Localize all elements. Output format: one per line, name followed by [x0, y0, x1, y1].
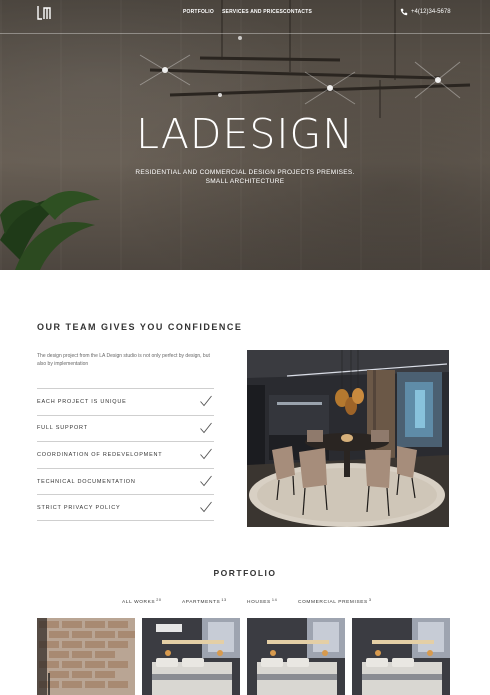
feature-label: TECHNICAL DOCUMENTATION	[37, 478, 136, 485]
filter-label: ALL WORKS	[122, 600, 156, 605]
feature-label: COORDINATION OF REDEVELOPMENT	[37, 451, 163, 458]
feature-item: COORDINATION OF REDEVELOPMENT	[37, 441, 214, 468]
checkmark-icon	[200, 502, 212, 513]
checkmark-icon	[200, 475, 212, 486]
feature-label: FULL SUPPORT	[37, 425, 88, 432]
filter-houses[interactable]: HOUSES14	[247, 598, 277, 605]
hero-subtitle: RESIDENTIAL AND COMMERCIAL DESIGN PROJEC…	[100, 168, 390, 186]
phone-link[interactable]: +4(12)34-5678	[400, 8, 451, 16]
feature-item: FULL SUPPORT	[37, 414, 214, 442]
filter-count: 14	[271, 598, 278, 602]
nav-contacts[interactable]: CONTACTS	[283, 9, 312, 15]
team-description: The design project from the LA Design st…	[37, 353, 210, 367]
filter-all-works[interactable]: ALL WORKS20	[122, 598, 162, 605]
feature-item: STRICT PRIVACY POLICY	[37, 494, 214, 521]
hero-title: LADESIGN	[136, 110, 354, 158]
portfolio-thumbnail-bedroom-3[interactable]	[352, 618, 450, 695]
filter-label: APARTMENTS	[182, 600, 221, 605]
interior-dining-room-image	[247, 350, 449, 527]
portfolio-thumbnail-brick-wall[interactable]	[37, 618, 135, 695]
portfolio-title: PORTFOLIO	[213, 568, 277, 578]
feature-item: TECHNICAL DOCUMENTATION	[37, 467, 214, 495]
feature-label: EACH PROJECT IS UNIQUE	[37, 398, 127, 405]
filter-count: 3	[368, 598, 372, 602]
hero-banner: PORTFOLIO SERVICES AND PRICES CONTACTS +…	[0, 0, 490, 270]
filter-label: COMMERCIAL PREMISES	[298, 600, 368, 605]
la-logo-icon[interactable]	[36, 5, 54, 21]
hero-subtitle-line1: RESIDENTIAL AND COMMERCIAL DESIGN PROJEC…	[135, 169, 355, 176]
feature-label: STRICT PRIVACY POLICY	[37, 504, 121, 511]
feature-item: EACH PROJECT IS UNIQUE	[37, 388, 214, 415]
filter-count: 20	[156, 598, 162, 602]
team-section-title: OUR TEAM GIVES YOU CONFIDENCE	[37, 322, 243, 332]
phone-icon	[400, 8, 408, 16]
portfolio-thumbnail-bedroom-1[interactable]	[142, 618, 240, 695]
nav-services-and-prices[interactable]: SERVICES AND PRICES	[222, 9, 283, 15]
checkmark-icon	[200, 395, 212, 407]
filter-count: 13	[221, 598, 227, 602]
filter-apartments[interactable]: APARTMENTS13	[182, 598, 227, 605]
portfolio-thumbnail-bedroom-2[interactable]	[247, 618, 345, 695]
features-list: EACH PROJECT IS UNIQUE FULL SUPPORT COOR…	[37, 388, 214, 521]
hero-subtitle-line2: SMALL ARCHITECTURE	[205, 178, 285, 185]
filter-commercial-premises[interactable]: COMMERCIAL PREMISES3	[298, 598, 372, 605]
phone-number: +4(12)34-5678	[411, 9, 451, 15]
checkmark-icon	[200, 448, 212, 460]
top-navigation-bar: PORTFOLIO SERVICES AND PRICES CONTACTS +…	[0, 0, 490, 34]
nav-portfolio[interactable]: PORTFOLIO	[183, 9, 214, 15]
checkmark-icon	[200, 422, 212, 433]
portfolio-filters: ALL WORKS20 APARTMENTS13 HOUSES14 COMMER…	[0, 598, 490, 608]
filter-label: HOUSES	[247, 600, 271, 605]
